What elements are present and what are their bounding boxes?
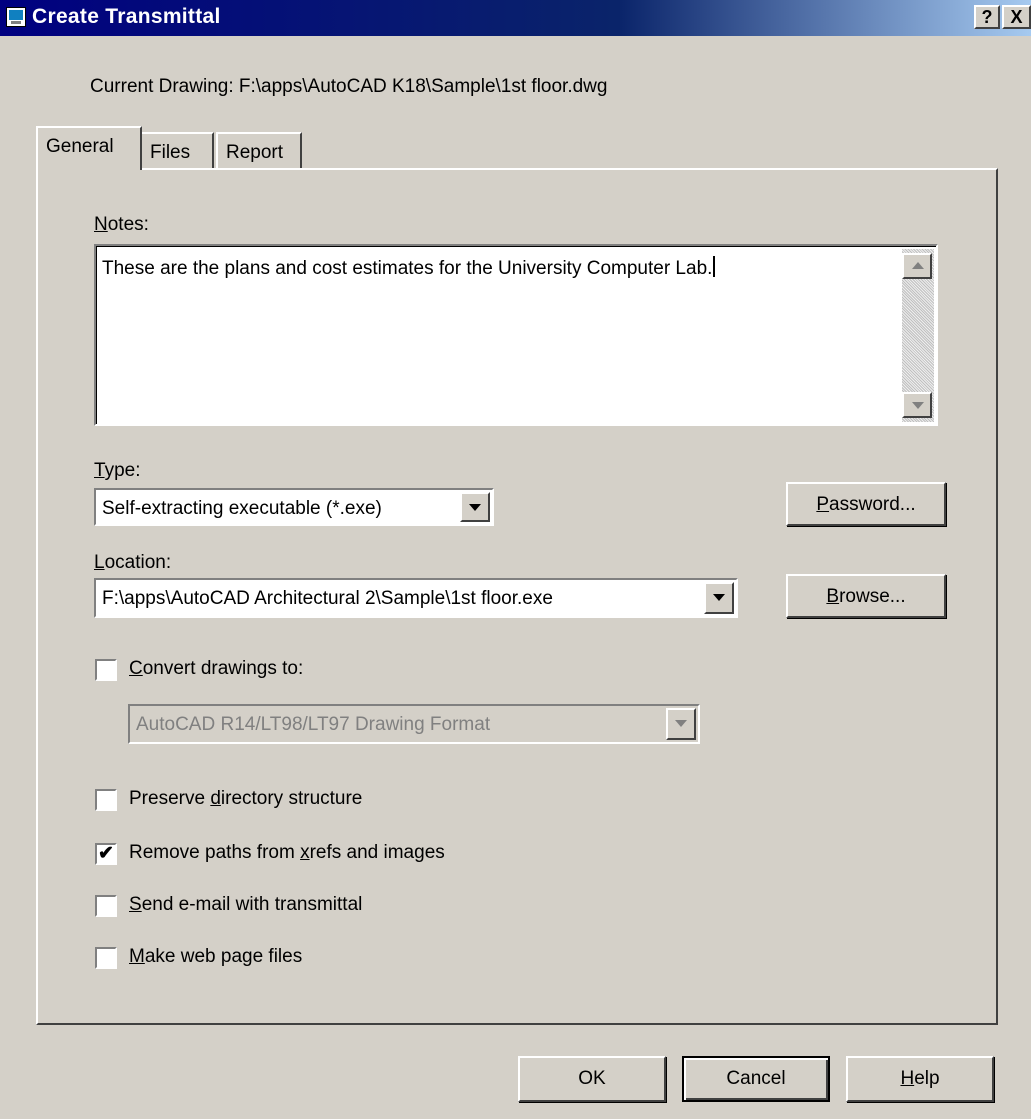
preserve-directory-label: Preserve directory structure [129, 788, 363, 809]
scroll-down-button[interactable] [902, 392, 932, 418]
location-dropdown-button[interactable] [704, 582, 734, 614]
convert-format-dropdown-button [666, 708, 696, 740]
send-email-checkbox[interactable] [95, 895, 117, 917]
cancel-button[interactable]: Cancel [682, 1056, 830, 1102]
convert-drawings-label: Convert drawings to: [129, 658, 304, 679]
notes-text: These are the plans and cost estimates f… [102, 256, 716, 280]
app-icon [6, 7, 26, 27]
tab-files[interactable]: Files [140, 132, 214, 170]
type-select[interactable]: Self-extracting executable (*.exe) [94, 488, 494, 526]
notes-label: Notes: [94, 214, 149, 235]
chevron-down-icon [469, 504, 481, 511]
arrow-up-icon [912, 262, 924, 269]
current-drawing-label: Current Drawing: F:\apps\AutoCAD K18\Sam… [90, 76, 608, 97]
close-button[interactable]: X [1002, 5, 1031, 29]
web-page-label: Make web page files [129, 946, 303, 967]
tab-report[interactable]: Report [216, 132, 302, 170]
browse-button[interactable]: Browse... [786, 574, 946, 618]
arrow-down-icon [912, 402, 924, 409]
type-label: Type: [94, 460, 141, 481]
remove-paths-checkbox[interactable]: ✔ [95, 843, 117, 865]
notes-scrollbar[interactable] [902, 249, 934, 422]
notes-textarea[interactable]: These are the plans and cost estimates f… [94, 244, 938, 426]
ok-button[interactable]: OK [518, 1056, 666, 1102]
chevron-down-icon [713, 594, 725, 601]
web-page-checkbox[interactable] [95, 947, 117, 969]
preserve-directory-checkbox[interactable] [95, 789, 117, 811]
type-select-value: Self-extracting executable (*.exe) [102, 498, 382, 519]
location-label: Location: [94, 552, 172, 573]
scroll-up-button[interactable] [902, 253, 932, 279]
type-dropdown-button[interactable] [460, 492, 490, 522]
location-combobox[interactable]: F:\apps\AutoCAD Architectural 2\Sample\1… [94, 578, 738, 618]
title-bar: Create Transmittal ? X [0, 0, 1031, 36]
location-value: F:\apps\AutoCAD Architectural 2\Sample\1… [102, 588, 553, 609]
convert-format-select: AutoCAD R14/LT98/LT97 Drawing Format [128, 704, 700, 744]
remove-paths-label: Remove paths from xrefs and images [129, 842, 445, 863]
convert-format-value: AutoCAD R14/LT98/LT97 Drawing Format [136, 714, 491, 735]
chevron-down-icon [675, 720, 687, 727]
help-button[interactable]: Help [846, 1056, 994, 1102]
tab-general[interactable]: General [36, 126, 142, 170]
help-caption-button[interactable]: ? [974, 5, 1000, 29]
send-email-label: Send e-mail with transmittal [129, 894, 363, 915]
password-button[interactable]: Password... [786, 482, 946, 526]
convert-drawings-checkbox[interactable] [95, 659, 117, 681]
window-title: Create Transmittal [32, 5, 221, 28]
